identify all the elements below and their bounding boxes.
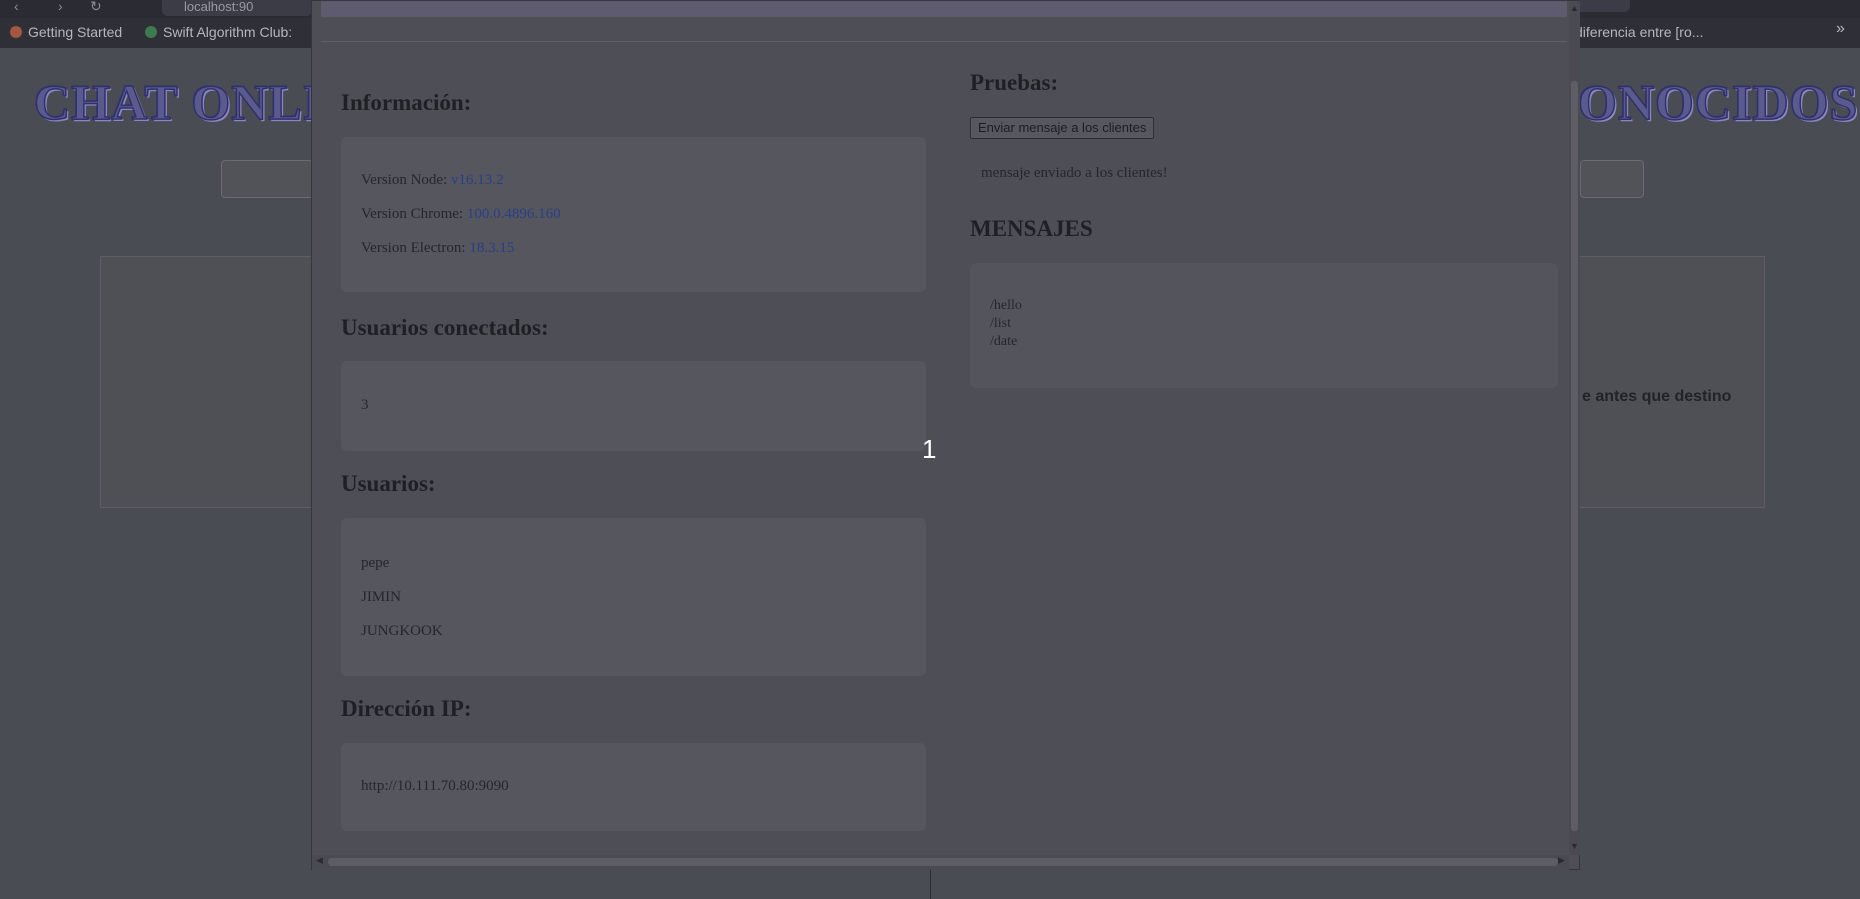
page-title-left: CHAT ONLI (33, 73, 324, 131)
tests-heading: Pruebas: (970, 70, 1059, 95)
send-message-button[interactable]: Enviar mensaje a los clientes (970, 117, 1155, 139)
ip-heading: Dirección IP: (341, 696, 472, 721)
scroll-left-icon[interactable]: ◀ (316, 855, 323, 866)
vertical-scrollbar[interactable]: ▲ ▼ (1569, 1, 1580, 855)
send-status: mensaje enviado a los clientes! (981, 165, 1168, 181)
overlay-number: 1 (922, 434, 937, 464)
command-item: /date (990, 334, 1018, 349)
version-chrome: Version Chrome: 100.0.4896.160 (361, 206, 561, 222)
overflow-chevron-icon[interactable]: » (1836, 20, 1845, 38)
command-item: /list (990, 316, 1012, 331)
bird-icon (145, 26, 157, 38)
user-item: JIMIN (361, 589, 401, 605)
users-box: pepe JIMIN JUNGKOOK (341, 518, 926, 676)
reload-icon[interactable]: ↻ (90, 0, 102, 15)
messages-heading: MENSAJES (970, 216, 1093, 241)
scroll-down-icon[interactable]: ▼ (1570, 841, 1579, 851)
bookmark-getting-started[interactable]: Getting Started (10, 24, 122, 40)
horizontal-scroll-thumb[interactable] (328, 858, 1558, 866)
connected-box: 3 (341, 361, 926, 451)
chat-card-text: e antes que destino (1582, 388, 1732, 405)
address-bar[interactable]: localhost:90 (162, 0, 312, 16)
command-item: /hello (990, 298, 1022, 313)
debug-window: Información: Version Node: v16.13.2 Vers… (311, 0, 1580, 870)
page-title-right: ONOCIDOS! (1577, 73, 1860, 131)
user-item: JUNGKOOK (361, 623, 443, 639)
message-input-right[interactable] (1580, 160, 1644, 198)
scroll-up-icon[interactable]: ▲ (1570, 3, 1579, 13)
user-item: pepe (361, 555, 390, 571)
back-icon[interactable]: ‹ (14, 0, 19, 14)
ip-address: http://10.111.70.80:9090 (361, 778, 509, 794)
messages-box: /hello /list /date (970, 263, 1558, 388)
vertical-scroll-thumb[interactable] (1571, 81, 1578, 831)
ip-box: http://10.111.70.80:9090 (341, 743, 926, 831)
versions-box: Version Node: v16.13.2 Version Chrome: 1… (341, 137, 926, 292)
version-electron: Version Electron: 18.3.15 (361, 240, 515, 256)
bookmark-swift-algorithm[interactable]: Swift Algorithm Club: (145, 24, 292, 40)
connected-count: 3 (361, 397, 369, 413)
divider (930, 870, 931, 899)
version-node: Version Node: v16.13.2 (361, 172, 504, 188)
info-heading: Información: (341, 90, 472, 115)
info-column: Información: Version Node: v16.13.2 Vers… (312, 43, 957, 855)
forward-icon[interactable]: › (58, 0, 63, 14)
horizontal-scrollbar[interactable]: ◀ ▶ (312, 855, 1569, 870)
bookmark-diferencia[interactable]: diferencia entre [ro... (1575, 24, 1703, 40)
window-header (321, 1, 1567, 17)
connected-heading: Usuarios conectados: (341, 315, 549, 340)
scroll-right-icon[interactable]: ▶ (1558, 855, 1565, 866)
header-rule (321, 41, 1567, 42)
message-input-left[interactable] (221, 160, 313, 198)
users-heading: Usuarios: (341, 471, 436, 496)
firefox-icon (10, 26, 22, 38)
